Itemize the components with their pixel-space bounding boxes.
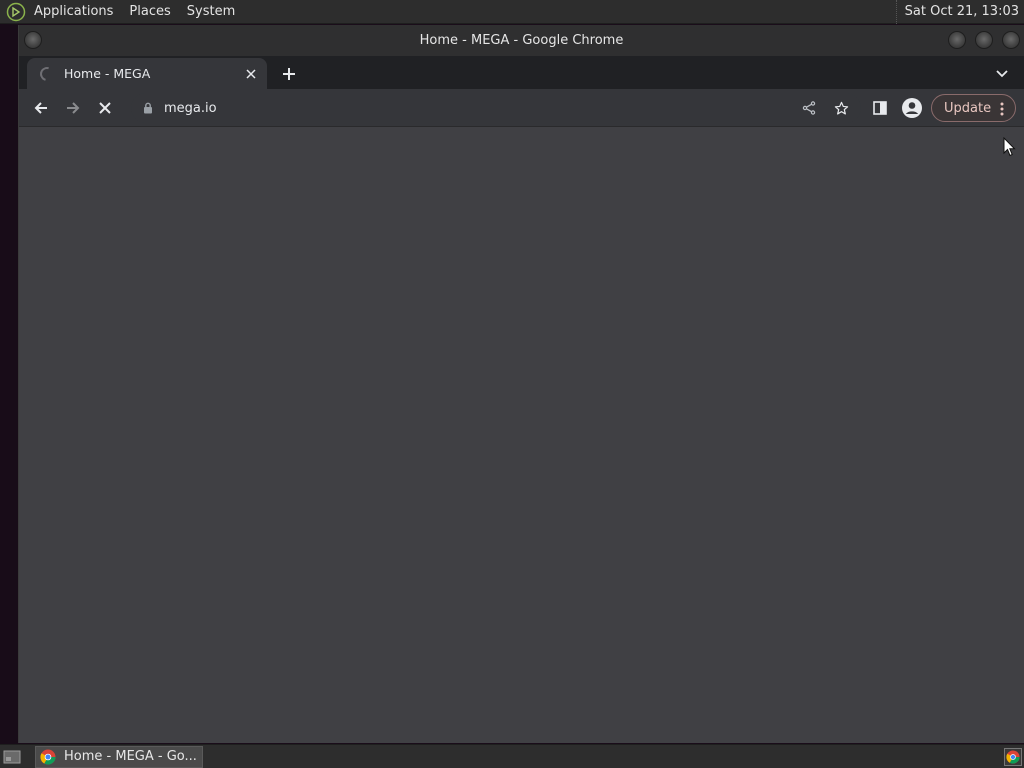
new-tab-button[interactable]: [279, 64, 299, 84]
star-icon: [834, 101, 848, 115]
desktop-background: [0, 24, 18, 744]
tab-close-button[interactable]: [241, 64, 261, 84]
top-menu: Applications Places System: [32, 0, 249, 24]
tab-search-button[interactable]: [992, 64, 1012, 84]
taskbar-window-label: Home - MEGA - Go...: [64, 749, 197, 764]
address-bar[interactable]: mega.io: [131, 93, 861, 123]
maximize-button[interactable]: [975, 31, 993, 49]
bottom-panel: Home - MEGA - Go...: [0, 744, 1024, 768]
back-button[interactable]: [27, 94, 55, 122]
side-panel-icon: [873, 101, 887, 115]
menu-system[interactable]: System: [185, 0, 243, 24]
chevron-down-icon: [996, 70, 1008, 78]
minimize-button[interactable]: [948, 31, 966, 49]
share-button[interactable]: [795, 94, 823, 122]
menu-applications[interactable]: Applications: [32, 0, 121, 24]
forward-button[interactable]: [59, 94, 87, 122]
chrome-icon: [40, 749, 56, 765]
stop-loading-button[interactable]: [91, 94, 119, 122]
arrow-left-icon: [34, 102, 47, 114]
arrow-right-icon: [67, 102, 80, 114]
clock[interactable]: Sat Oct 21, 13:03: [895, 0, 1019, 24]
close-window-button[interactable]: [1002, 31, 1020, 49]
menu-places[interactable]: Places: [127, 0, 178, 24]
loading-spinner-icon: [37, 63, 57, 84]
browser-window: Home - MEGA - Google Chrome Home - MEGA: [18, 25, 1024, 743]
update-label: Update: [944, 100, 992, 116]
window-titlebar[interactable]: Home - MEGA - Google Chrome: [19, 25, 1024, 56]
side-panel-button[interactable]: [866, 94, 894, 122]
desktop-icon: [3, 750, 21, 763]
tab-home-mega[interactable]: Home - MEGA: [27, 58, 267, 89]
tab-title: Home - MEGA: [64, 66, 151, 81]
share-icon: [802, 101, 816, 115]
close-x-icon: [99, 102, 111, 114]
browser-toolbar: mega.io Update: [19, 89, 1024, 127]
taskbar-chrome-window[interactable]: Home - MEGA - Go...: [35, 745, 203, 768]
lock-icon[interactable]: [141, 101, 155, 115]
update-button[interactable]: Update: [931, 94, 1016, 122]
bookmark-button[interactable]: [827, 94, 855, 122]
kebab-icon[interactable]: [995, 101, 1009, 117]
plus-icon: [283, 68, 295, 80]
close-icon: [246, 68, 256, 79]
show-desktop-button[interactable]: [1, 747, 23, 767]
page-content[interactable]: [19, 127, 1024, 743]
tab-strip: Home - MEGA: [19, 56, 1024, 89]
window-title: Home - MEGA - Google Chrome: [419, 33, 624, 48]
tray-chrome-icon[interactable]: [1004, 748, 1022, 766]
mouse-cursor-icon: [1003, 137, 1016, 157]
distro-logo-icon[interactable]: [5, 1, 27, 23]
profile-icon: [902, 98, 922, 118]
top-panel: Applications Places System Sat Oct 21, 1…: [0, 0, 1024, 24]
url-text[interactable]: mega.io: [164, 101, 217, 116]
window-menu-button[interactable]: [24, 31, 42, 49]
profile-button[interactable]: [898, 94, 926, 122]
